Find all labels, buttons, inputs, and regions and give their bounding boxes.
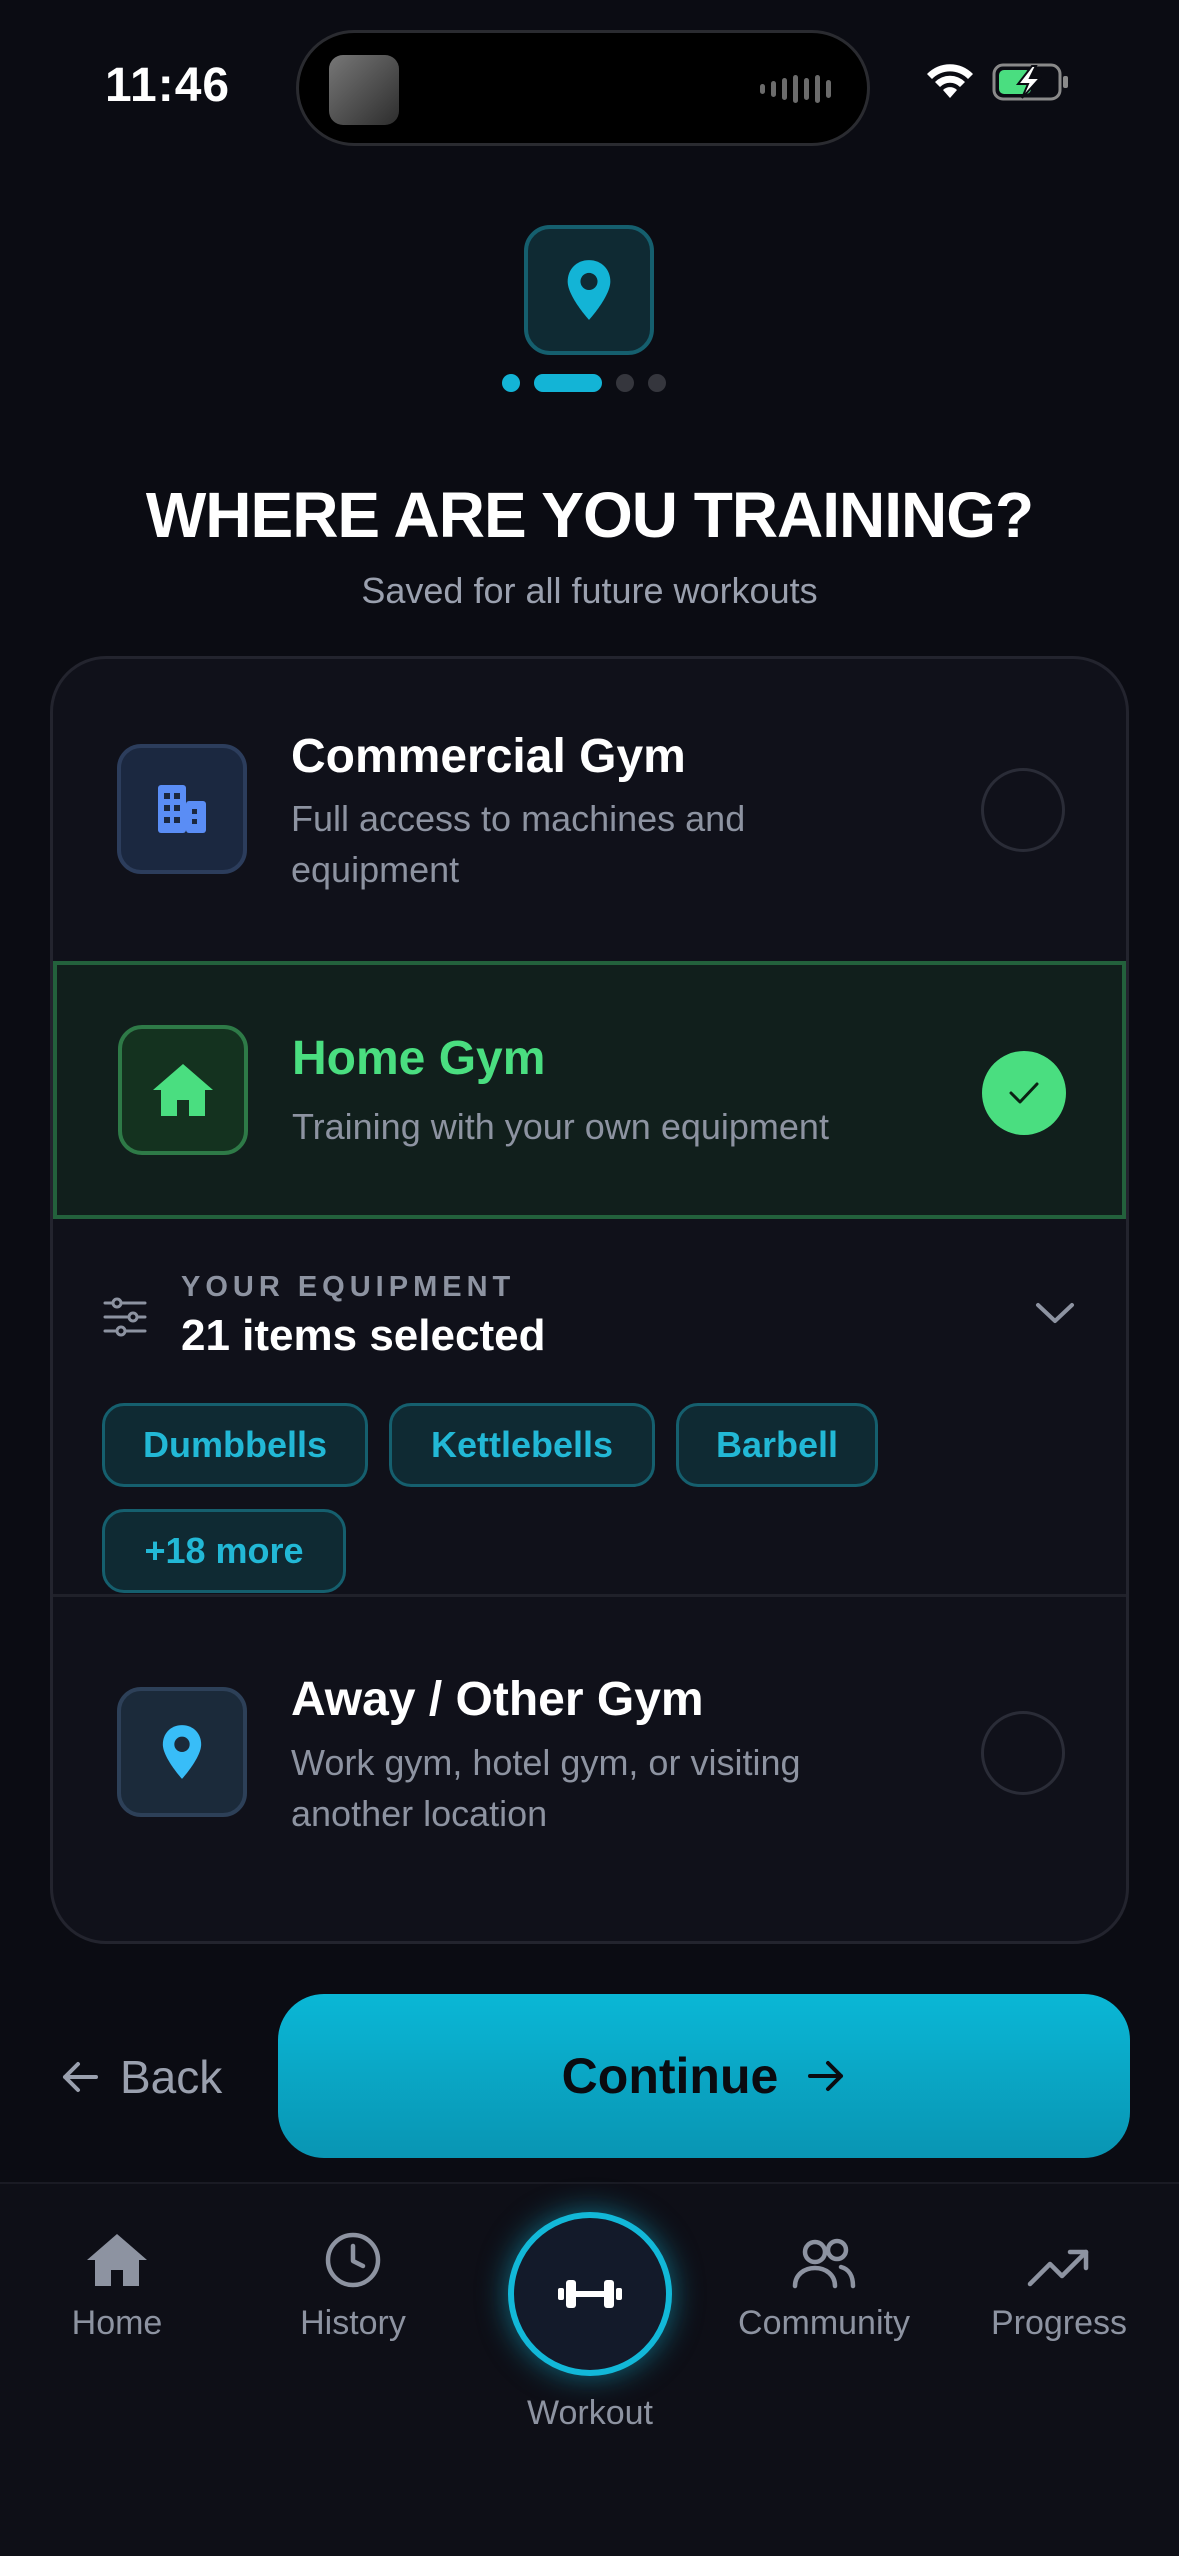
home-icon: [87, 2234, 147, 2286]
option-title: Commercial Gym: [291, 730, 686, 783]
tab-community[interactable]: Community: [724, 2210, 924, 2343]
option-description: Training with your own equipment: [292, 1101, 892, 1152]
back-label: Back: [120, 2051, 223, 2103]
equipment-chip[interactable]: Barbell: [676, 1403, 878, 1487]
building-icon: [117, 744, 247, 874]
tab-label: Community: [738, 2304, 910, 2342]
sliders-icon: [103, 1297, 147, 1337]
option-description-line: Work gym, hotel gym, or visiting: [291, 1742, 801, 1783]
more-equipment-chip[interactable]: +18 more: [102, 1509, 346, 1593]
progress-dots: [502, 374, 666, 392]
arrow-left-icon: [63, 2062, 98, 2092]
tab-label: Progress: [990, 2304, 1128, 2342]
arrow-right-icon: [808, 2061, 844, 2091]
location-step-icon: [524, 225, 654, 355]
page-subtitle: Saved for all future workouts: [361, 570, 818, 611]
option-title: Away / Other Gym: [291, 1673, 704, 1726]
option-description: Work gym, hotel gym, or visiting another…: [291, 1737, 891, 1839]
progress-dot: [616, 374, 634, 392]
equipment-chip[interactable]: Kettlebells: [389, 1403, 655, 1487]
equipment-label: YOUR EQUIPMENT: [181, 1271, 516, 1303]
option-description-line: Training with your own equipment: [292, 1106, 829, 1147]
audio-waveform-icon: [760, 75, 831, 103]
chevron-down-icon[interactable]: [1033, 1299, 1077, 1327]
option-description-line: equipment: [291, 849, 460, 890]
dumbbell-icon: [558, 2280, 622, 2308]
continue-label: Continue: [561, 2048, 779, 2104]
tab-home[interactable]: Home: [17, 2210, 217, 2343]
dynamic-island: [296, 30, 870, 146]
back-button[interactable]: Back: [60, 2050, 222, 2104]
clock-icon: [325, 2232, 381, 2288]
option-home-gym[interactable]: Home Gym Training with your own equipmen…: [53, 961, 1126, 1219]
progress-dot: [502, 374, 520, 392]
continue-button[interactable]: Continue: [278, 1994, 1130, 2158]
users-icon: [792, 2238, 856, 2289]
wifi-icon: [927, 64, 973, 98]
tab-label: History: [300, 2304, 406, 2342]
battery-charging-icon: [992, 63, 1068, 101]
workout-button[interactable]: [508, 2212, 672, 2376]
location-pin-icon: [117, 1687, 247, 1817]
option-commercial-gym[interactable]: Commercial Gym Full access to machines a…: [53, 659, 1126, 961]
radio-unselected[interactable]: [981, 768, 1065, 852]
option-description: Full access to machines and equipment: [291, 793, 891, 895]
option-description-line: another location: [291, 1793, 548, 1834]
option-away-gym[interactable]: Away / Other Gym Work gym, hotel gym, or…: [53, 1597, 1126, 1941]
training-location-card: Commercial Gym Full access to machines a…: [50, 656, 1129, 1944]
progress-dot: [648, 374, 666, 392]
tab-progress[interactable]: Progress: [959, 2210, 1159, 2343]
option-description-line: Full access to machines and: [291, 798, 746, 839]
equipment-chip[interactable]: Dumbbells: [102, 1403, 368, 1487]
camera-preview-thumbnail: [329, 55, 399, 125]
tab-history[interactable]: History: [253, 2210, 453, 2343]
page-title: WHERE ARE YOU TRAINING?: [145, 479, 1034, 551]
radio-selected[interactable]: [982, 1051, 1066, 1135]
equipment-count[interactable]: 21 items selected: [181, 1311, 545, 1361]
tab-label: Home: [71, 2304, 163, 2342]
home-icon: [118, 1025, 248, 1155]
status-time: 11:46: [105, 59, 231, 112]
trending-up-icon: [1027, 2249, 1089, 2287]
checkmark-icon: [1009, 1082, 1039, 1104]
option-title: Home Gym: [292, 1032, 546, 1085]
radio-unselected[interactable]: [981, 1711, 1065, 1795]
tab-label-workout[interactable]: Workout: [490, 2394, 690, 2433]
progress-dot-active: [534, 374, 602, 392]
